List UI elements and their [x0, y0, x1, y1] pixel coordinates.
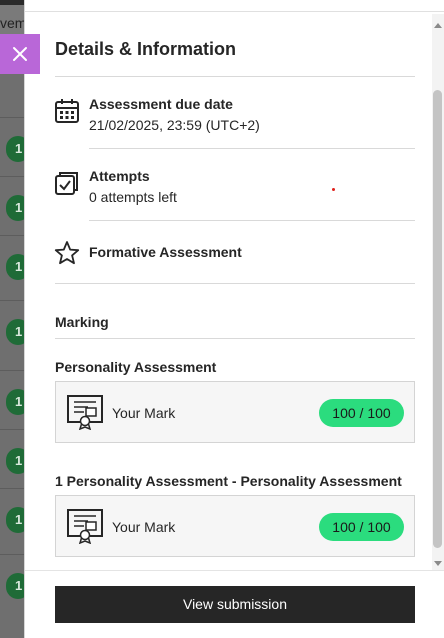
due-date-value: 21/02/2025, 23:59 (UTC+2): [89, 117, 260, 133]
divider: [55, 283, 415, 284]
certificate-icon: [67, 509, 103, 544]
star-icon: [54, 241, 80, 265]
divider: [55, 338, 415, 339]
due-date-label: Assessment due date: [89, 96, 233, 112]
certificate-icon: [67, 395, 103, 430]
attempts-label: Attempts: [89, 168, 150, 184]
marking-title: Marking: [55, 314, 109, 330]
mark-heading: Personality Assessment: [55, 359, 217, 375]
score-badge: 100 / 100: [319, 513, 404, 541]
panel-top-border: [25, 0, 444, 12]
details-panel: Details & Information Assessment due dat…: [24, 0, 444, 638]
attempts-value: 0 attempts left: [89, 189, 177, 205]
mark-heading: 1 Personality Assessment - Personality A…: [55, 473, 402, 489]
close-panel-button[interactable]: [0, 34, 40, 74]
cursor-dot: [332, 188, 335, 191]
divider: [55, 76, 415, 77]
mark-card: Your Mark 100 / 100: [55, 495, 415, 557]
view-submission-button[interactable]: View submission: [55, 586, 415, 623]
panel-title: Details & Information: [55, 39, 237, 59]
close-icon: [13, 47, 27, 61]
mark-card: Your Mark 100 / 100: [55, 381, 415, 443]
attempts-icon: [55, 172, 78, 195]
scrollbar-thumb[interactable]: [433, 90, 442, 548]
score-badge: 100 / 100: [319, 399, 404, 427]
formative-label: Formative Assessment: [89, 244, 242, 260]
scroll-down-icon[interactable]: [434, 561, 442, 566]
divider: [89, 148, 415, 149]
calendar-icon: [55, 99, 79, 123]
your-mark-label: Your Mark: [112, 519, 176, 535]
your-mark-label: Your Mark: [112, 405, 176, 421]
divider: [89, 220, 415, 221]
panel-footer: View submission: [25, 570, 444, 638]
scroll-up-icon[interactable]: [434, 23, 442, 28]
